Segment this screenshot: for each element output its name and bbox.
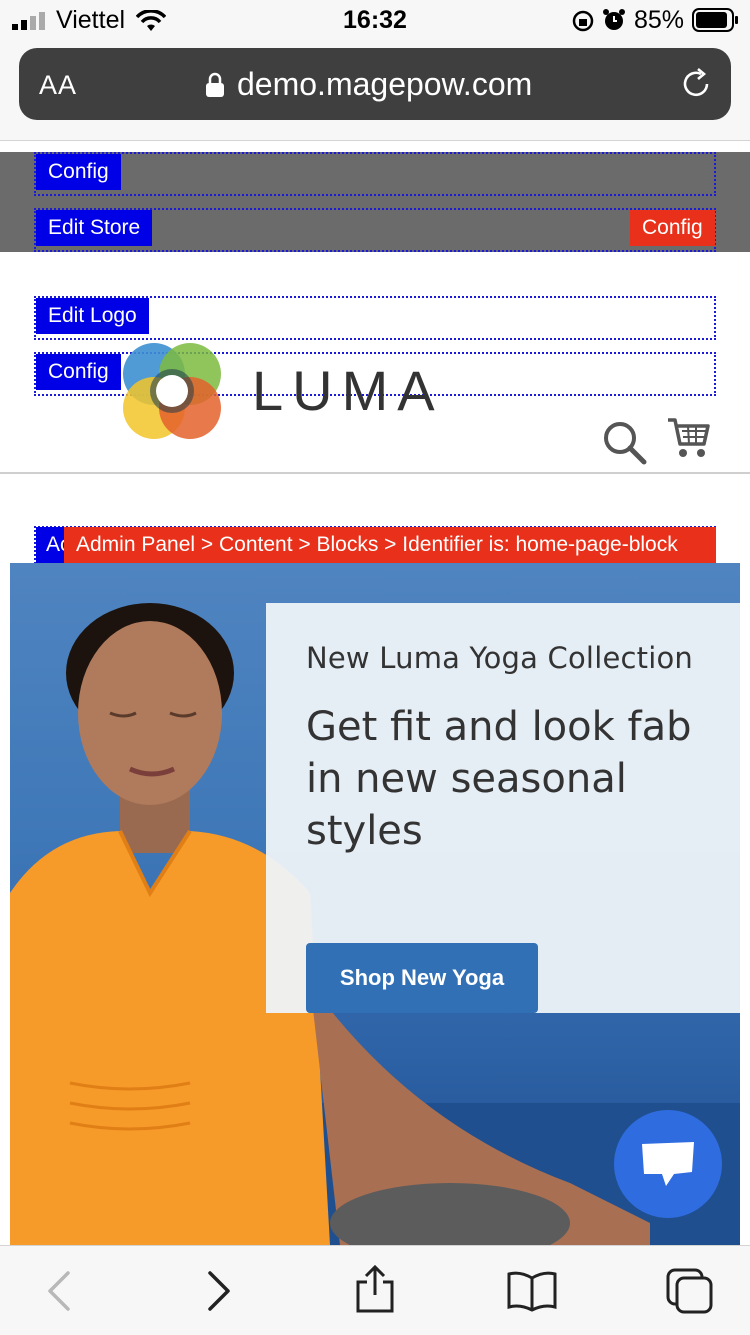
battery-percent: 85% [634,6,685,34]
store-config-button[interactable]: Config [630,210,715,246]
tabs-icon[interactable] [666,1268,714,1314]
config-button[interactable]: Config [36,154,121,190]
reload-icon[interactable] [679,67,713,101]
hero-subtitle: New Luma Yoga Collection [306,641,693,675]
alarm-icon [603,9,625,30]
hero-text-panel: New Luma Yoga Collection Get fit and loo… [266,603,740,1013]
bookmarks-icon[interactable] [506,1270,558,1312]
edit-store-button[interactable]: Edit Store [36,210,153,246]
status-bar: Viettel 16:32 85% [0,0,750,42]
logo-wordmark[interactable]: LUMA [252,358,444,423]
edit-logo-button[interactable]: Edit Logo [36,298,149,334]
share-icon[interactable] [354,1264,396,1314]
lock-icon [206,72,224,97]
chat-button[interactable] [614,1110,722,1218]
text-size-button[interactable]: AA [39,70,77,101]
luma-logo-icon[interactable] [120,340,224,444]
logo-config-button[interactable]: Config [36,354,121,390]
orientation-lock-icon [572,10,594,32]
back-arrow-icon[interactable] [44,1270,74,1312]
block-path-label[interactable]: Admin Panel > Content > Blocks > Identif… [64,527,716,563]
chat-icon [642,1142,694,1186]
search-icon[interactable] [602,420,648,466]
config-outline [34,152,716,196]
forward-arrow-icon[interactable] [204,1270,234,1312]
url-text[interactable]: demo.magepow.com [237,66,532,103]
block-admin-tag[interactable]: Ac [36,527,66,563]
cart-icon[interactable] [666,416,712,460]
hero-headline: Get fit and look fab in new seasonal sty… [306,704,692,854]
address-bar[interactable]: AA demo.magepow.com [19,48,731,120]
header-divider [0,472,750,474]
browser-toolbar [0,1245,750,1335]
shop-new-yoga-button[interactable]: Shop New Yoga [306,943,538,1013]
battery-icon [692,8,738,32]
